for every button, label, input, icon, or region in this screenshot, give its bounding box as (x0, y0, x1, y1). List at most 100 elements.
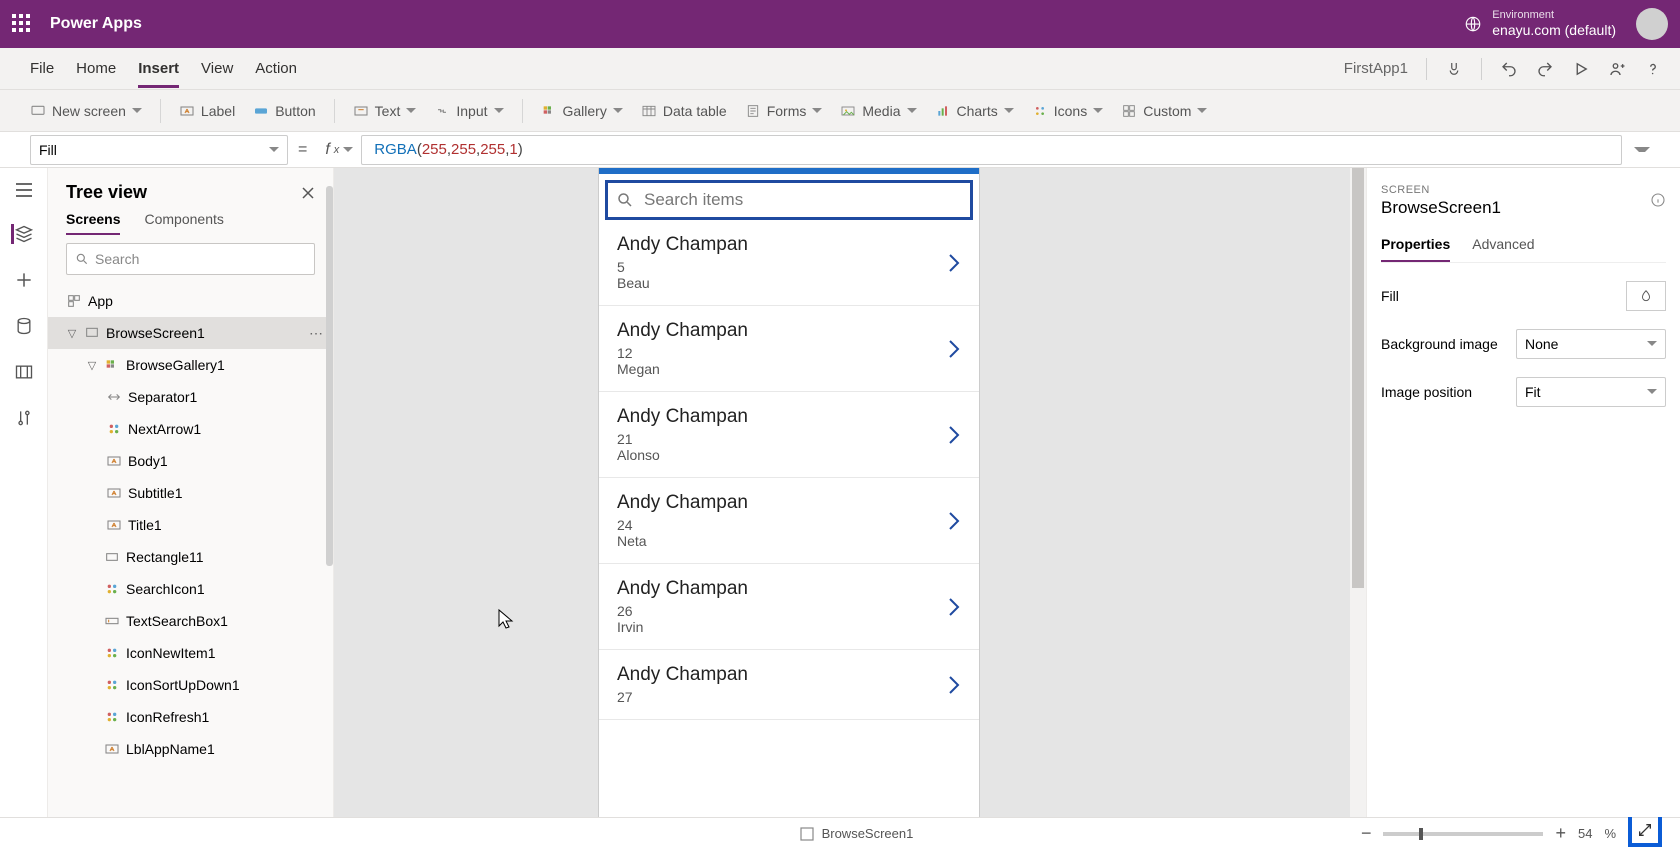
fx-button[interactable]: fx (317, 141, 361, 159)
props-tab-properties[interactable]: Properties (1381, 236, 1450, 262)
help-icon[interactable] (1644, 60, 1662, 78)
ribbon-datatable[interactable]: Data table (641, 103, 727, 119)
play-icon[interactable] (1572, 60, 1590, 78)
tree-node[interactable]: SearchIcon1 (48, 573, 333, 605)
tree-node[interactable]: Separator1 (48, 381, 333, 413)
tree-node[interactable]: IconSortUpDown1 (48, 669, 333, 701)
ribbon-datatable-label: Data table (663, 103, 727, 119)
hamburger-icon[interactable] (14, 182, 34, 198)
tree-node-label: TextSearchBox1 (126, 613, 228, 629)
property-selector[interactable]: Fill (30, 135, 288, 165)
button-icon (253, 103, 269, 119)
close-icon[interactable] (301, 186, 315, 200)
tools-icon[interactable] (14, 408, 34, 428)
chevron-down-icon (406, 108, 416, 118)
tree-node[interactable]: TextSearchBox1 (48, 605, 333, 637)
redo-icon[interactable] (1536, 60, 1554, 78)
chevron-down-icon (1093, 108, 1103, 118)
ribbon-label[interactable]: Label (179, 103, 235, 119)
tree-node[interactable]: LblAppName1 (48, 733, 333, 765)
app-checker-icon[interactable] (1445, 60, 1463, 78)
tree-tab-screens[interactable]: Screens (66, 211, 120, 235)
menu-home[interactable]: Home (76, 52, 116, 85)
menu-action[interactable]: Action (255, 52, 297, 85)
prop-imgpos-select[interactable]: Fit (1516, 377, 1666, 407)
ribbon-icons[interactable]: Icons (1032, 103, 1103, 119)
phone-search-input[interactable]: Search items (605, 180, 973, 220)
ribbon-media[interactable]: Media (840, 103, 916, 119)
media-icon (840, 103, 856, 119)
tree-node[interactable]: ▽BrowseScreen1⋯ (48, 317, 333, 349)
info-icon[interactable] (1650, 192, 1666, 208)
fullscreen-button[interactable] (1628, 813, 1662, 847)
data-icon[interactable] (14, 316, 34, 336)
prop-fill-color[interactable] (1626, 281, 1666, 311)
twisty-down-icon[interactable]: ▽ (66, 327, 78, 340)
custom-icon (1121, 103, 1137, 119)
menu-insert[interactable]: Insert (138, 52, 179, 88)
chevron-down-icon (269, 147, 279, 157)
ribbon-new-screen[interactable]: New screen (30, 103, 142, 119)
canvas-area[interactable]: Search items Andy Champan5BeauAndy Champ… (334, 168, 1366, 817)
chevron-down-icon (1647, 341, 1657, 351)
environment-picker[interactable]: Environment enayu.com (default) (1464, 9, 1616, 39)
gallery-item[interactable]: Andy Champan27 (599, 650, 979, 720)
canvas-vscrollbar[interactable] (1350, 168, 1366, 817)
ribbon-custom[interactable]: Custom (1121, 103, 1207, 119)
workspace: Tree view Screens Components Search App▽… (0, 168, 1680, 817)
tree-node-icon (104, 357, 120, 373)
app-launcher-icon[interactable] (12, 14, 32, 34)
ribbon-gallery[interactable]: Gallery (541, 103, 623, 119)
gallery-item[interactable]: Andy Champan21Alonso (599, 392, 979, 478)
gallery-item[interactable]: Andy Champan24Neta (599, 478, 979, 564)
input-icon (434, 103, 450, 119)
tree-node[interactable]: App (48, 285, 333, 317)
tree-node[interactable]: Title1 (48, 509, 333, 541)
tree-node[interactable]: IconRefresh1 (48, 701, 333, 733)
gallery-item[interactable]: Andy Champan5Beau (599, 220, 979, 306)
ribbon-charts[interactable]: Charts (935, 103, 1014, 119)
formula-input[interactable]: RGBA(255, 255, 255, 1) (361, 135, 1622, 165)
tree-node[interactable]: ▽BrowseGallery1 (48, 349, 333, 381)
insert-plus-icon[interactable] (14, 270, 34, 290)
ribbon-button[interactable]: Button (253, 103, 315, 119)
menu-view[interactable]: View (201, 52, 233, 85)
top-header: Power Apps Environment enayu.com (defaul… (0, 0, 1680, 48)
media-rail-icon[interactable] (14, 362, 34, 382)
ribbon-forms[interactable]: Forms (745, 103, 823, 119)
ribbon-input[interactable]: Input (434, 103, 503, 119)
tree-view-icon[interactable] (14, 224, 34, 244)
more-icon[interactable]: ⋯ (309, 325, 323, 342)
tree-tab-components[interactable]: Components (144, 211, 223, 235)
prop-bgimg-value: None (1525, 336, 1558, 352)
tree-scrollbar[interactable] (326, 186, 333, 566)
tree-node[interactable]: IconNewItem1 (48, 637, 333, 669)
twisty-down-icon[interactable]: ▽ (86, 359, 98, 372)
props-tab-advanced[interactable]: Advanced (1472, 236, 1534, 262)
undo-icon[interactable] (1500, 60, 1518, 78)
prop-bgimg-select[interactable]: None (1516, 329, 1666, 359)
zoom-slider[interactable] (1383, 832, 1543, 836)
tree-node[interactable]: Subtitle1 (48, 477, 333, 509)
share-icon[interactable] (1608, 60, 1626, 78)
tree-search-input[interactable]: Search (66, 243, 315, 275)
ribbon-text[interactable]: Text (353, 103, 417, 119)
formula-expand-icon[interactable] (1634, 143, 1650, 157)
tree-node-icon (106, 389, 122, 405)
tree-node[interactable]: Rectangle11 (48, 541, 333, 573)
phone-gallery: Andy Champan5BeauAndy Champan12MeganAndy… (599, 220, 979, 720)
menu-file[interactable]: File (30, 52, 54, 85)
chevron-right-icon (947, 510, 961, 532)
zoom-out-button[interactable]: − (1361, 823, 1372, 844)
zoom-in-button[interactable]: + (1555, 823, 1566, 844)
tree-node[interactable]: Body1 (48, 445, 333, 477)
tree-node[interactable]: NextArrow1 (48, 413, 333, 445)
gallery-item-title: Andy Champan (617, 664, 935, 686)
tree-node-label: Separator1 (128, 389, 197, 405)
gallery-item[interactable]: Andy Champan26Irvin (599, 564, 979, 650)
gallery-item-title: Andy Champan (617, 234, 935, 256)
user-avatar[interactable] (1636, 8, 1668, 40)
gallery-item[interactable]: Andy Champan12Megan (599, 306, 979, 392)
search-icon (75, 252, 89, 266)
equals-sign: = (298, 141, 307, 159)
